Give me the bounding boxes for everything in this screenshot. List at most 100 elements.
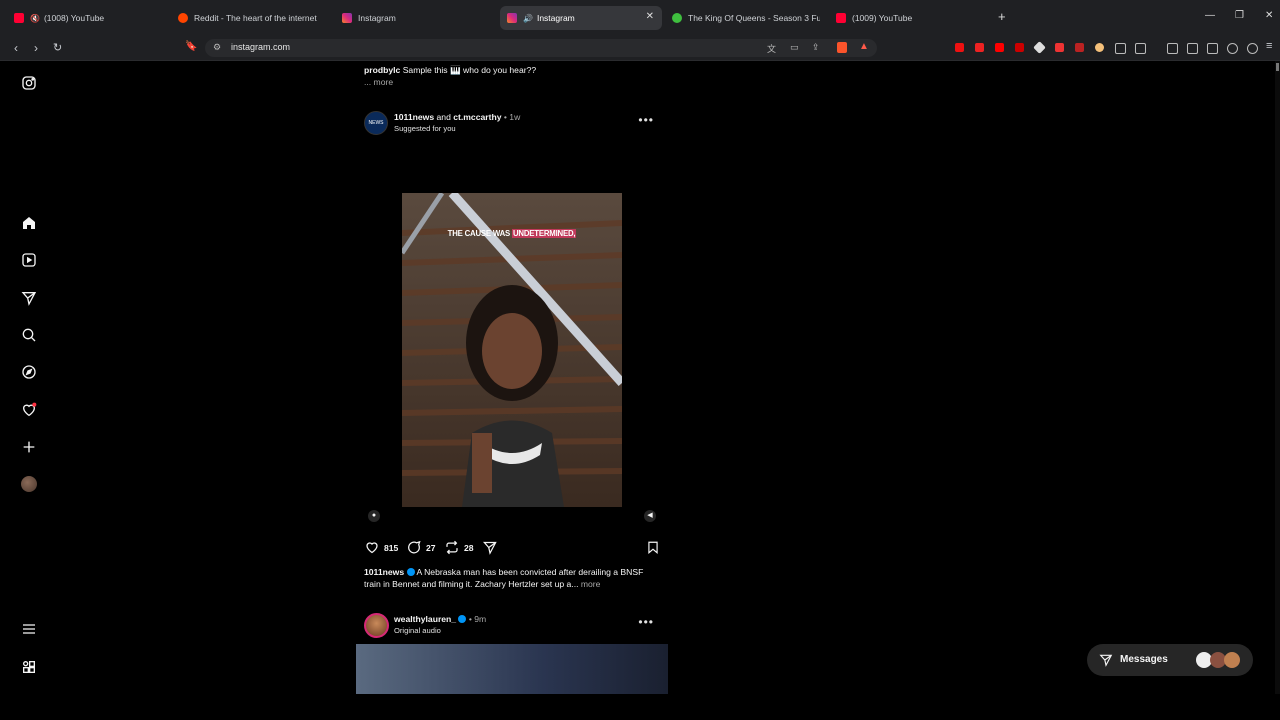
notifications-heart-icon[interactable] bbox=[20, 401, 38, 419]
home-icon[interactable] bbox=[20, 214, 38, 232]
minimize-icon[interactable]: — bbox=[1205, 10, 1215, 21]
back-icon[interactable]: ‹ bbox=[14, 41, 18, 55]
audio-label[interactable]: Original audio bbox=[394, 626, 441, 635]
reload-icon[interactable]: ↻ bbox=[53, 41, 62, 54]
instagram-logo-icon[interactable] bbox=[20, 74, 38, 92]
feed: prodbylc Sample this 🎹 who do you hear??… bbox=[356, 61, 668, 694]
extension-icon[interactable] bbox=[1015, 43, 1024, 52]
brave-shield-icon[interactable] bbox=[837, 42, 847, 53]
tab-instagram-active[interactable]: 🔊 Instagram ✕ bbox=[500, 6, 662, 30]
video-frame[interactable]: THE CAUSE WAS UNDETERMINED, bbox=[402, 193, 622, 507]
scrollbar-thumb[interactable] bbox=[1276, 63, 1279, 71]
instagram-icon bbox=[507, 13, 517, 23]
caption-more-link[interactable]: more bbox=[581, 579, 601, 589]
restore-icon[interactable]: ❐ bbox=[1235, 10, 1244, 21]
coauthor-username[interactable]: ct.mccarthy bbox=[453, 112, 501, 122]
close-window-icon[interactable]: ✕ bbox=[1265, 10, 1273, 21]
share-icon[interactable]: ⇪ bbox=[812, 42, 820, 53]
tagged-user-icon[interactable]: ● bbox=[368, 510, 380, 522]
avatar[interactable] bbox=[364, 613, 389, 638]
profile-avatar[interactable] bbox=[20, 475, 38, 493]
previous-post-caption: prodbylc Sample this 🎹 who do you hear??… bbox=[364, 64, 660, 88]
tab-youtube-1[interactable]: 🔇 (1008) YouTube bbox=[14, 6, 164, 30]
url-bar[interactable]: ⚙ instagram.com 文 ▭ ⇪ ▲ bbox=[205, 39, 877, 57]
extension-icon[interactable] bbox=[975, 43, 984, 52]
instagram-icon bbox=[342, 13, 352, 23]
extension-icon[interactable] bbox=[955, 43, 964, 52]
more-options-icon[interactable]: ••• bbox=[638, 113, 654, 127]
video-scene bbox=[402, 193, 622, 507]
menu-icon[interactable]: ≡ bbox=[1266, 40, 1272, 52]
post-header: wealthylauren_ • 9m Original audio ••• bbox=[364, 613, 660, 639]
wallet-icon[interactable] bbox=[1207, 43, 1218, 54]
tab-king-of-queens[interactable]: The King Of Queens - Season 3 Full bbox=[672, 6, 820, 30]
comment-count[interactable]: 27 bbox=[426, 543, 436, 553]
leo-icon[interactable] bbox=[1227, 43, 1238, 54]
reddit-icon bbox=[178, 13, 188, 23]
reels-icon[interactable] bbox=[20, 251, 38, 269]
media-icon[interactable] bbox=[1167, 43, 1178, 54]
explore-icon[interactable] bbox=[20, 363, 38, 381]
post-caption: 1011news A Nebraska man has been convict… bbox=[364, 566, 660, 590]
heart-icon bbox=[366, 542, 378, 554]
like-count[interactable]: 815 bbox=[384, 543, 398, 553]
brave-rewards-icon[interactable]: ▲ bbox=[859, 41, 869, 52]
address-toolbar: ‹ › ↻ 🔖 ⚙ instagram.com 文 ▭ ⇪ ▲ ≡ bbox=[0, 36, 1280, 61]
caption-username[interactable]: prodbylc bbox=[364, 65, 400, 75]
tab-label: (1009) YouTube bbox=[852, 13, 913, 23]
repost-button[interactable] bbox=[444, 540, 460, 557]
post-media-preview[interactable] bbox=[356, 644, 668, 694]
avatar[interactable]: NEWS bbox=[364, 111, 388, 135]
volume-icon[interactable]: ◀ bbox=[644, 510, 656, 522]
comment-button[interactable] bbox=[406, 540, 422, 557]
avatar-text: NEWS bbox=[368, 120, 384, 126]
share-button[interactable] bbox=[482, 540, 498, 557]
browser-tab-strip: 🔇 (1008) YouTube Reddit - The heart of t… bbox=[0, 0, 1280, 36]
post-time: • 1w bbox=[503, 112, 521, 122]
extension-icon[interactable] bbox=[1095, 43, 1104, 52]
bookmark-icon[interactable]: 🔖 bbox=[185, 41, 197, 52]
puzzle-icon[interactable] bbox=[1115, 43, 1126, 54]
post-actions: 815 27 28 bbox=[364, 540, 660, 557]
search-icon[interactable] bbox=[20, 326, 38, 344]
post-author: wealthylauren_ • 9m bbox=[394, 614, 486, 624]
repost-count[interactable]: 28 bbox=[464, 543, 474, 553]
cast-icon[interactable]: ▭ bbox=[790, 42, 799, 53]
site-info-icon[interactable]: ⚙ bbox=[213, 42, 221, 53]
create-icon[interactable] bbox=[20, 438, 38, 456]
extension-icon[interactable] bbox=[1075, 43, 1084, 52]
extension-icon[interactable] bbox=[995, 43, 1004, 52]
like-button[interactable] bbox=[364, 540, 380, 557]
tab-youtube-2[interactable]: (1009) YouTube bbox=[836, 6, 986, 30]
caption-more-link[interactable]: ... more bbox=[364, 77, 393, 87]
also-from-meta-icon[interactable] bbox=[20, 658, 38, 676]
post-media[interactable]: THE CAUSE WAS UNDETERMINED, ● ◀ bbox=[356, 143, 668, 531]
more-options-icon[interactable]: ••• bbox=[638, 615, 654, 629]
sidebar-icon[interactable] bbox=[1187, 43, 1198, 54]
forward-icon[interactable]: › bbox=[34, 41, 38, 55]
vpn-icon[interactable] bbox=[1247, 43, 1258, 54]
tab-instagram-1[interactable]: Instagram bbox=[342, 6, 492, 30]
video-caption-part: THE CAUSE WAS bbox=[447, 229, 512, 238]
extension-icon[interactable] bbox=[1135, 43, 1146, 54]
tab-label: (1008) YouTube bbox=[43, 13, 105, 23]
messages-button[interactable]: Messages bbox=[1087, 644, 1253, 676]
author-username[interactable]: wealthylauren_ bbox=[394, 614, 456, 624]
tab-label: Reddit - The heart of the internet bbox=[194, 13, 317, 23]
direct-messages-icon[interactable] bbox=[20, 289, 38, 307]
tab-reddit[interactable]: Reddit - The heart of the internet bbox=[178, 6, 328, 30]
author-username[interactable]: 1011news bbox=[394, 112, 434, 122]
translate-icon[interactable]: 文 bbox=[767, 42, 776, 55]
save-button[interactable] bbox=[646, 540, 660, 557]
video-caption: THE CAUSE WAS UNDETERMINED, bbox=[402, 229, 622, 238]
verified-badge-icon bbox=[458, 615, 467, 623]
scrollbar[interactable] bbox=[1275, 61, 1280, 694]
url-text: instagram.com bbox=[231, 42, 291, 52]
new-tab-button[interactable]: + bbox=[998, 9, 1006, 24]
extension-icon[interactable] bbox=[1055, 43, 1064, 52]
more-menu-icon[interactable] bbox=[20, 620, 38, 638]
caption-username[interactable]: 1011news bbox=[364, 567, 404, 577]
tab-label: Instagram bbox=[358, 13, 396, 23]
extension-icon[interactable] bbox=[1033, 41, 1046, 54]
close-tab-icon[interactable]: ✕ bbox=[646, 11, 654, 22]
